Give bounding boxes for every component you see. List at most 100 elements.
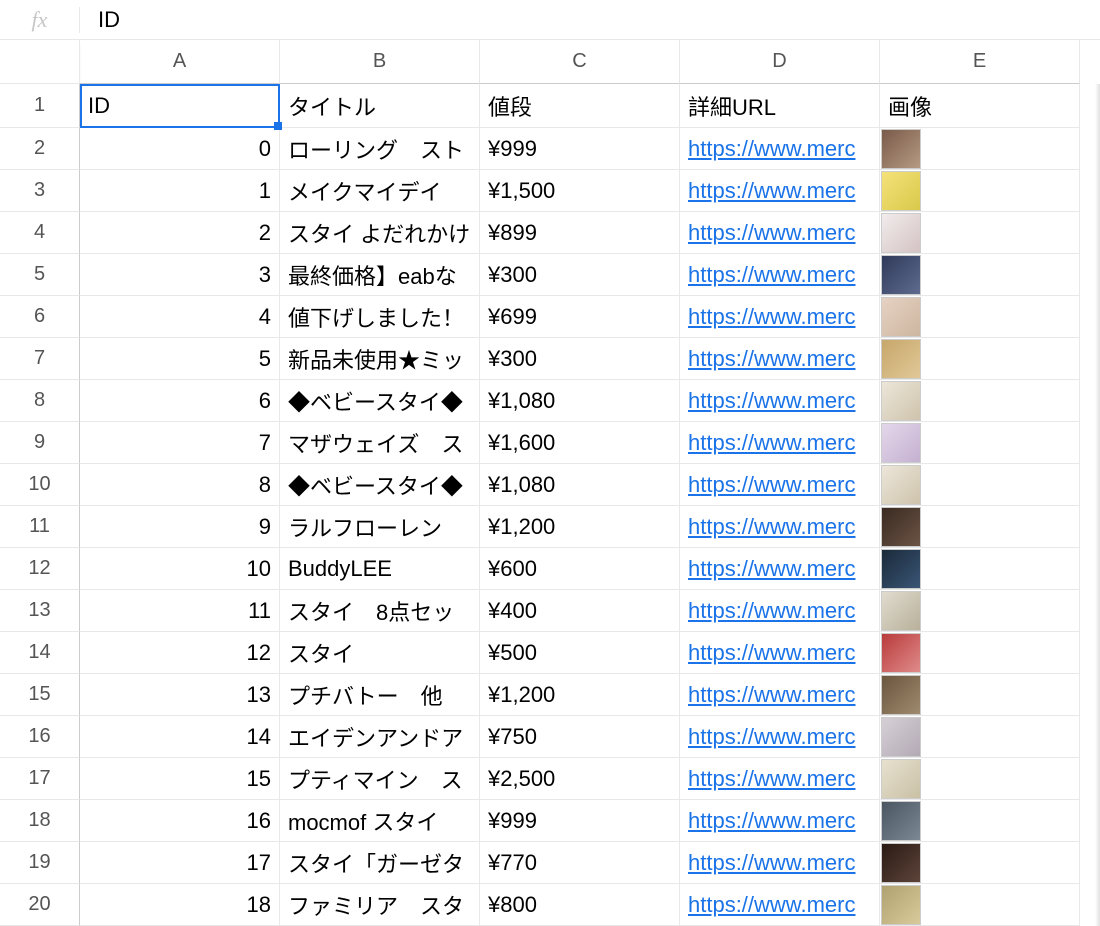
cell-D6[interactable]: https://www.merc	[680, 296, 880, 338]
rowhdr-2[interactable]: 2	[0, 128, 80, 170]
cell-A2[interactable]: 0	[80, 128, 280, 170]
cell-E9[interactable]	[880, 422, 1080, 464]
cell-E8[interactable]	[880, 380, 1080, 422]
rowhdr-13[interactable]: 13	[0, 590, 80, 632]
cell-A7[interactable]: 5	[80, 338, 280, 380]
formula-input[interactable]: ID	[80, 0, 1100, 39]
colhdr-C[interactable]: C	[480, 40, 680, 84]
cell-C12[interactable]: ¥600	[480, 548, 680, 590]
cell-C1[interactable]: 値段	[480, 84, 680, 128]
cell-D7[interactable]: https://www.merc	[680, 338, 880, 380]
fx-icon[interactable]: fx	[0, 7, 80, 33]
cell-C15[interactable]: ¥1,200	[480, 674, 680, 716]
cell-B10[interactable]: ◆ベビースタイ◆	[280, 464, 480, 506]
cell-B8[interactable]: ◆ベビースタイ◆	[280, 380, 480, 422]
cell-E17[interactable]	[880, 758, 1080, 800]
detail-url-link[interactable]: https://www.merc	[688, 766, 855, 792]
cell-A14[interactable]: 12	[80, 632, 280, 674]
rowhdr-18[interactable]: 18	[0, 800, 80, 842]
cell-B3[interactable]: メイクマイデイ	[280, 170, 480, 212]
cell-D11[interactable]: https://www.merc	[680, 506, 880, 548]
cell-C6[interactable]: ¥699	[480, 296, 680, 338]
cell-C18[interactable]: ¥999	[480, 800, 680, 842]
cell-D13[interactable]: https://www.merc	[680, 590, 880, 632]
cell-D8[interactable]: https://www.merc	[680, 380, 880, 422]
detail-url-link[interactable]: https://www.merc	[688, 220, 855, 246]
detail-url-link[interactable]: https://www.merc	[688, 598, 855, 624]
colhdr-A[interactable]: A	[80, 40, 280, 84]
cell-A19[interactable]: 17	[80, 842, 280, 884]
detail-url-link[interactable]: https://www.merc	[688, 514, 855, 540]
cell-D16[interactable]: https://www.merc	[680, 716, 880, 758]
cell-B1[interactable]: タイトル	[280, 84, 480, 128]
cell-A18[interactable]: 16	[80, 800, 280, 842]
detail-url-link[interactable]: https://www.merc	[688, 892, 855, 918]
detail-url-link[interactable]: https://www.merc	[688, 178, 855, 204]
colhdr-E[interactable]: E	[880, 40, 1080, 84]
cell-B15[interactable]: プチバトー 他	[280, 674, 480, 716]
cell-C20[interactable]: ¥800	[480, 884, 680, 926]
cell-A3[interactable]: 1	[80, 170, 280, 212]
cell-C14[interactable]: ¥500	[480, 632, 680, 674]
cell-A12[interactable]: 10	[80, 548, 280, 590]
cell-E14[interactable]	[880, 632, 1080, 674]
cell-E13[interactable]	[880, 590, 1080, 632]
cell-C4[interactable]: ¥899	[480, 212, 680, 254]
cell-E12[interactable]	[880, 548, 1080, 590]
cell-E11[interactable]	[880, 506, 1080, 548]
cell-A13[interactable]: 11	[80, 590, 280, 632]
cell-C17[interactable]: ¥2,500	[480, 758, 680, 800]
rowhdr-14[interactable]: 14	[0, 632, 80, 674]
cell-C19[interactable]: ¥770	[480, 842, 680, 884]
detail-url-link[interactable]: https://www.merc	[688, 640, 855, 666]
rowhdr-12[interactable]: 12	[0, 548, 80, 590]
cell-E18[interactable]	[880, 800, 1080, 842]
cell-E16[interactable]	[880, 716, 1080, 758]
cell-D18[interactable]: https://www.merc	[680, 800, 880, 842]
cell-B16[interactable]: エイデンアンドア	[280, 716, 480, 758]
cell-B11[interactable]: ラルフローレン	[280, 506, 480, 548]
rowhdr-6[interactable]: 6	[0, 296, 80, 338]
cell-D12[interactable]: https://www.merc	[680, 548, 880, 590]
spreadsheet-grid[interactable]: A B C D E 1 ID タイトル 値段 詳細URL 画像 20ローリング …	[0, 40, 1100, 926]
cell-E20[interactable]	[880, 884, 1080, 926]
cell-D1[interactable]: 詳細URL	[680, 84, 880, 128]
detail-url-link[interactable]: https://www.merc	[688, 850, 855, 876]
select-all-corner[interactable]	[0, 40, 80, 84]
rowhdr-20[interactable]: 20	[0, 884, 80, 926]
cell-E10[interactable]	[880, 464, 1080, 506]
cell-E5[interactable]	[880, 254, 1080, 296]
cell-D17[interactable]: https://www.merc	[680, 758, 880, 800]
cell-B19[interactable]: スタイ「ガーゼタ	[280, 842, 480, 884]
detail-url-link[interactable]: https://www.merc	[688, 724, 855, 750]
detail-url-link[interactable]: https://www.merc	[688, 388, 855, 414]
cell-C3[interactable]: ¥1,500	[480, 170, 680, 212]
detail-url-link[interactable]: https://www.merc	[688, 304, 855, 330]
cell-C2[interactable]: ¥999	[480, 128, 680, 170]
rowhdr-16[interactable]: 16	[0, 716, 80, 758]
rowhdr-4[interactable]: 4	[0, 212, 80, 254]
detail-url-link[interactable]: https://www.merc	[688, 682, 855, 708]
cell-C13[interactable]: ¥400	[480, 590, 680, 632]
cell-E3[interactable]	[880, 170, 1080, 212]
cell-D19[interactable]: https://www.merc	[680, 842, 880, 884]
cell-A15[interactable]: 13	[80, 674, 280, 716]
cell-A8[interactable]: 6	[80, 380, 280, 422]
cell-C16[interactable]: ¥750	[480, 716, 680, 758]
detail-url-link[interactable]: https://www.merc	[688, 556, 855, 582]
cell-A5[interactable]: 3	[80, 254, 280, 296]
detail-url-link[interactable]: https://www.merc	[688, 136, 855, 162]
rowhdr-7[interactable]: 7	[0, 338, 80, 380]
rowhdr-1[interactable]: 1	[0, 84, 80, 128]
cell-E4[interactable]	[880, 212, 1080, 254]
cell-B13[interactable]: スタイ 8点セッ	[280, 590, 480, 632]
cell-B18[interactable]: mocmof スタイ	[280, 800, 480, 842]
cell-B2[interactable]: ローリング スト	[280, 128, 480, 170]
cell-D14[interactable]: https://www.merc	[680, 632, 880, 674]
cell-C11[interactable]: ¥1,200	[480, 506, 680, 548]
cell-B6[interactable]: 値下げしました！	[280, 296, 480, 338]
cell-A16[interactable]: 14	[80, 716, 280, 758]
detail-url-link[interactable]: https://www.merc	[688, 346, 855, 372]
cell-E1[interactable]: 画像	[880, 84, 1080, 128]
cell-D10[interactable]: https://www.merc	[680, 464, 880, 506]
